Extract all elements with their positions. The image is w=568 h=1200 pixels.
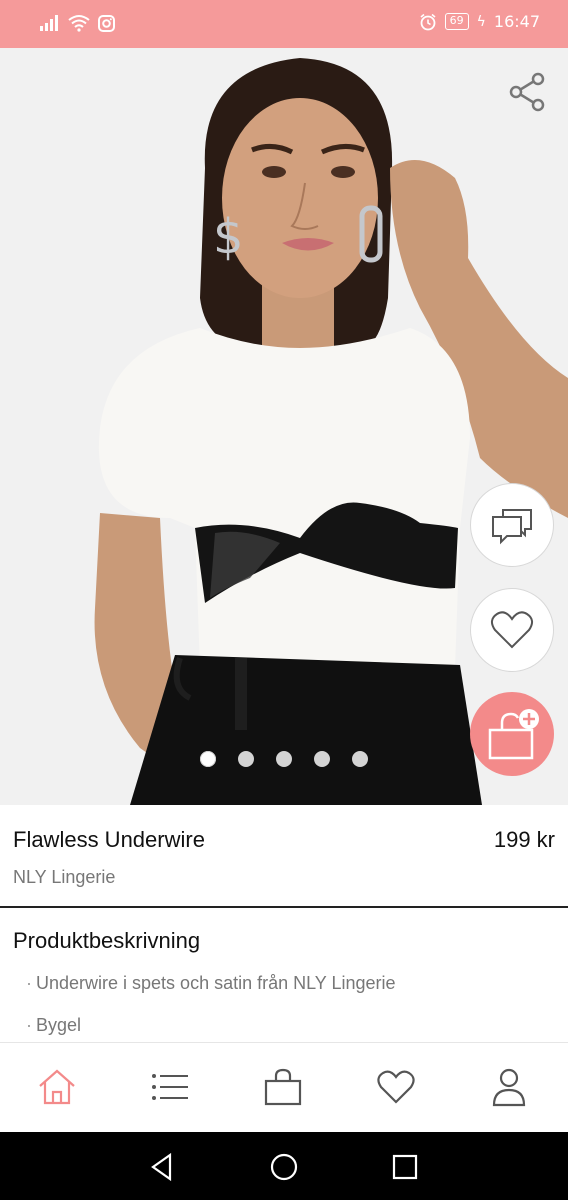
home-button-icon[interactable] — [269, 1152, 299, 1182]
product-description: Produktbeskrivning · Underwire i spets oc… — [0, 908, 568, 1042]
description-item-text: Bygel — [36, 1015, 82, 1035]
product-name: Flawless Underwire — [13, 827, 205, 852]
status-bar: 69 ϟ 16:47 — [0, 0, 568, 48]
product-image[interactable]: $ — [0, 48, 568, 805]
status-left — [40, 14, 115, 32]
carousel-dot[interactable] — [200, 751, 216, 767]
description-title: Produktbeskrivning — [13, 928, 201, 953]
product-photo: $ — [94, 58, 568, 805]
nav-profile[interactable] — [487, 1065, 531, 1109]
alarm-icon — [420, 13, 436, 30]
menu-list-icon — [152, 1074, 188, 1100]
instagram-icon — [98, 14, 115, 32]
home-icon — [39, 1069, 75, 1105]
bag-icon — [264, 1068, 302, 1106]
svg-text:$: $ — [213, 209, 244, 265]
carousel-dot[interactable] — [276, 751, 292, 767]
chat-button[interactable] — [470, 483, 554, 567]
user-icon — [492, 1068, 526, 1107]
nav-bag[interactable] — [261, 1065, 305, 1109]
heart-icon — [491, 611, 533, 649]
favorite-button[interactable] — [470, 588, 554, 672]
add-to-cart-button[interactable] — [470, 692, 554, 776]
carousel-dot[interactable] — [314, 751, 330, 767]
product-price: 199 kr — [493, 827, 555, 852]
charging-icon: ϟ — [476, 13, 486, 30]
status-right: 69 ϟ 16:47 — [419, 12, 540, 31]
description-item-text: Underwire i spets och satin från NLY Lin… — [36, 973, 396, 993]
nav-favorites[interactable] — [374, 1065, 418, 1109]
bullet-icon: · — [26, 973, 32, 993]
bottom-navigation — [0, 1042, 568, 1132]
chat-icon — [492, 509, 532, 545]
wifi-icon — [68, 15, 90, 32]
carousel-dot[interactable] — [238, 751, 254, 767]
share-icon — [509, 72, 545, 112]
share-button[interactable] — [506, 70, 550, 114]
bag-plus-icon — [488, 709, 539, 760]
battery-level: 69 — [444, 13, 469, 30]
nav-categories[interactable] — [148, 1065, 192, 1109]
signal-icon — [40, 15, 58, 31]
bullet-icon: · — [26, 1015, 32, 1035]
system-navigation-bar — [0, 1132, 568, 1200]
status-time: 16:47 — [493, 12, 540, 31]
recents-icon[interactable] — [390, 1152, 420, 1182]
product-brand[interactable]: NLY Lingerie — [13, 867, 115, 888]
description-item: · Underwire i spets och satin från NLY Li… — [26, 973, 396, 994]
product-info: Flawless Underwire 199 kr NLY Lingerie — [0, 805, 568, 907]
carousel-indicator — [200, 751, 368, 767]
carousel-dot[interactable] — [352, 751, 368, 767]
nav-home[interactable] — [35, 1065, 79, 1109]
description-item: · Bygel — [26, 1015, 81, 1036]
heart-icon — [377, 1070, 415, 1104]
back-icon[interactable] — [148, 1152, 178, 1182]
